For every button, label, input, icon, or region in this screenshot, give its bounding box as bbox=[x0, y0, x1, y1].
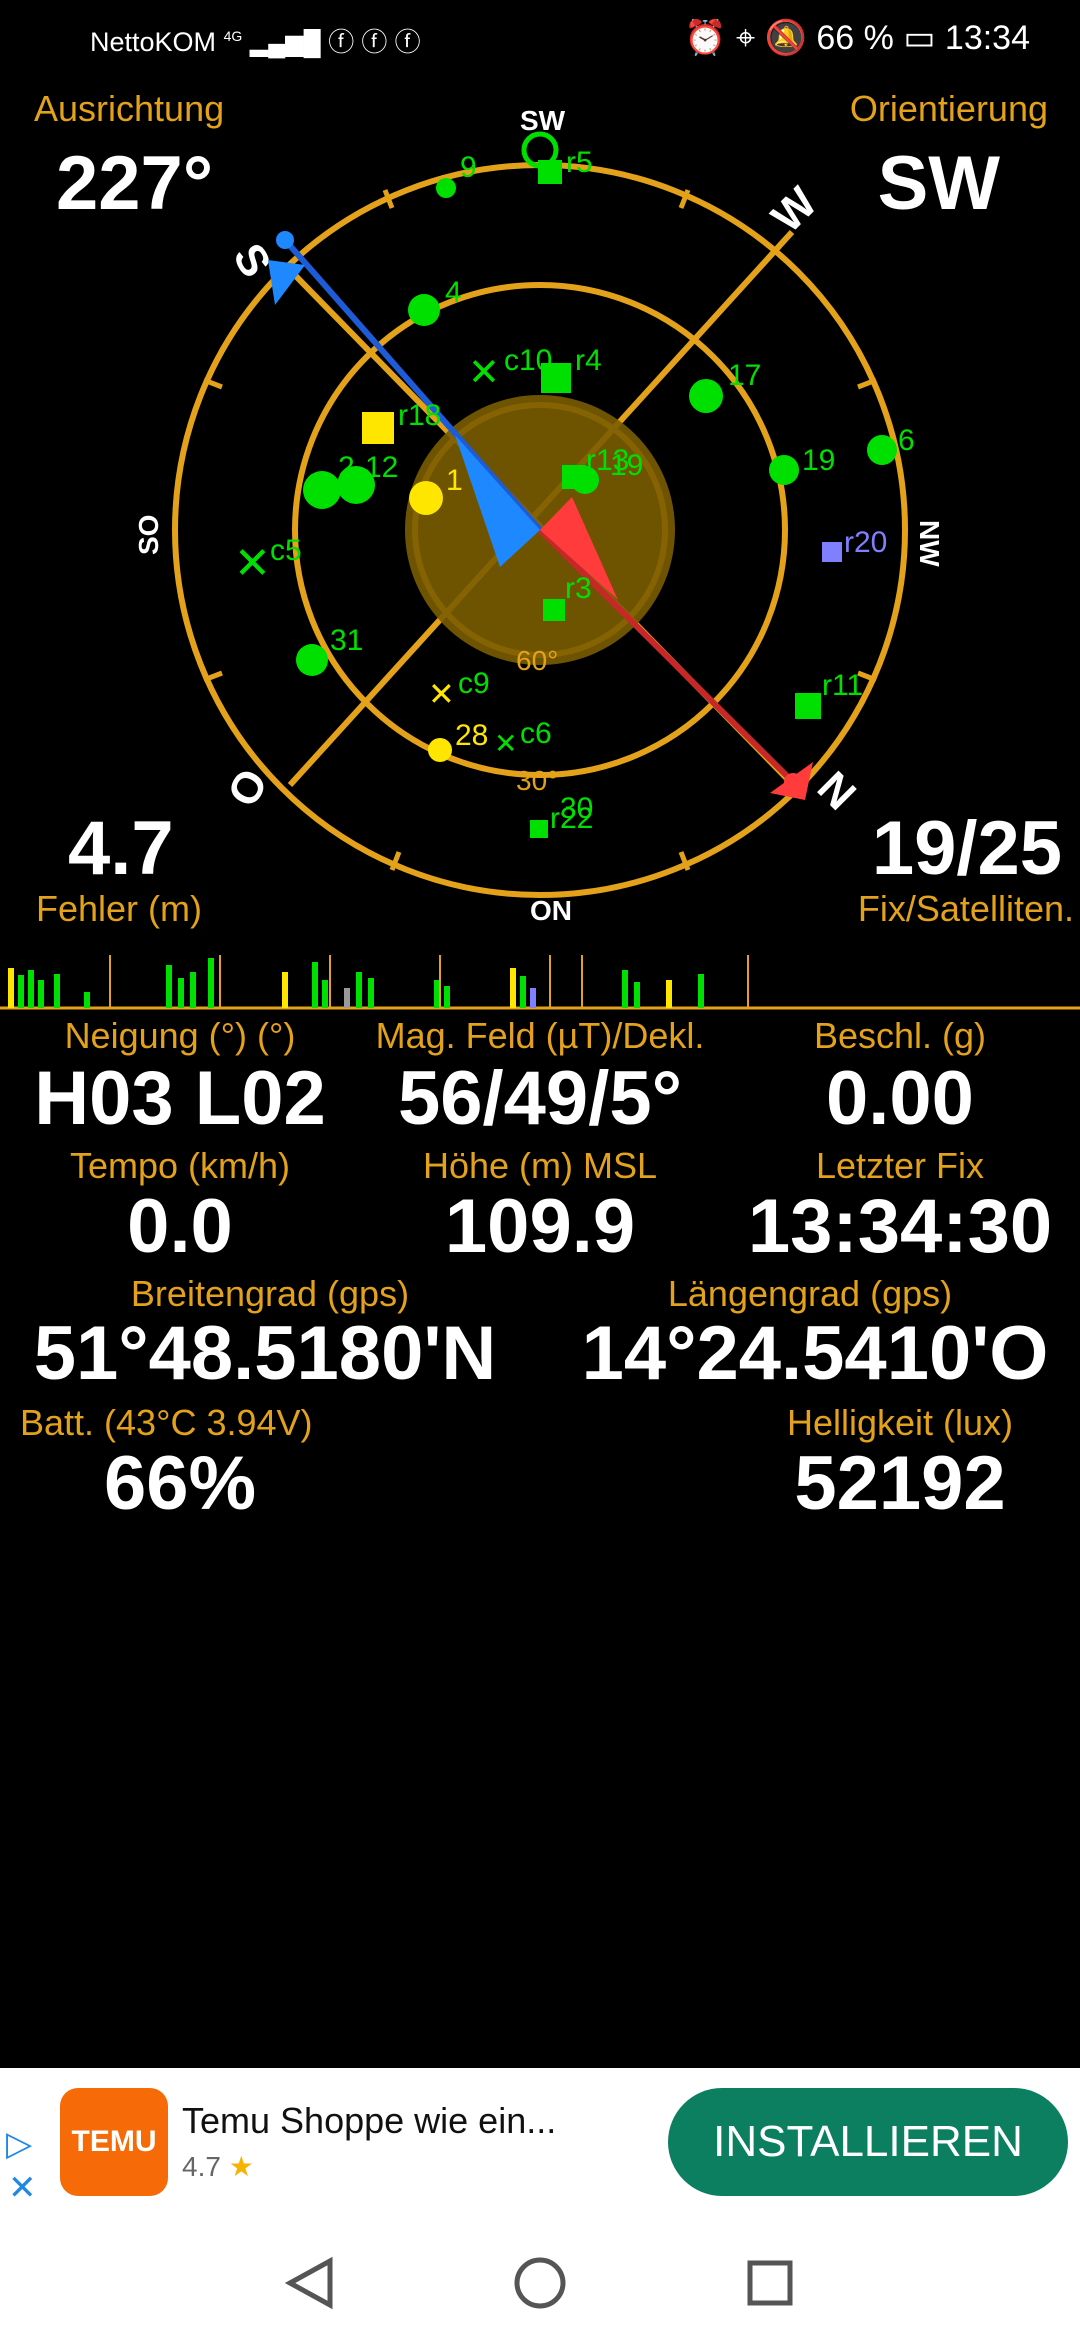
ad-choices-icon[interactable]: ▷ bbox=[6, 2124, 32, 2164]
ad-app-name[interactable]: Temu Shoppe wie ein... bbox=[182, 2100, 556, 2142]
tilt-label: Neigung (°) (°) bbox=[64, 1015, 296, 1056]
sat-x: ✕ bbox=[428, 676, 455, 712]
sat-label: 19 bbox=[610, 449, 643, 482]
mag-label: Mag. Feld (µT)/Dekl. bbox=[375, 1015, 705, 1056]
sat-square bbox=[822, 542, 842, 562]
sat-dot bbox=[408, 294, 440, 326]
sat-label: 4 bbox=[445, 276, 462, 309]
status-bar: NettoKOM 4G ▂▄▆█ ⓕ ⓕ ⓕ ⏰ ⌖ 🔕 66 % ▭ 13:3… bbox=[0, 0, 1080, 80]
last-fix-value: 13:34:30 bbox=[747, 1184, 1053, 1269]
sat-square bbox=[530, 820, 548, 838]
facebook-icon: ⓕ ⓕ ⓕ bbox=[328, 27, 421, 57]
needle-south-tip bbox=[276, 231, 294, 249]
sat-label: 31 bbox=[330, 624, 363, 657]
battery-label: Batt. (43°C 3.94V) bbox=[20, 1402, 313, 1443]
sat-label: c6 bbox=[520, 717, 552, 750]
sat-label: 30 bbox=[560, 792, 593, 825]
battery-value: 66% bbox=[103, 1441, 257, 1526]
network-type: 4G bbox=[223, 28, 243, 44]
sat-label: c5 bbox=[270, 534, 302, 567]
speed-label: Tempo (km/h) bbox=[69, 1145, 291, 1186]
mute-icon: 🔕 bbox=[764, 19, 807, 57]
dir-top: SW bbox=[520, 105, 566, 136]
sat-square bbox=[543, 599, 565, 621]
status-right: ⏰ ⌖ 🔕 66 % ▭ 13:34 bbox=[684, 18, 1030, 58]
ring-label-30: 30° bbox=[516, 765, 558, 796]
home-icon[interactable] bbox=[510, 2253, 570, 2313]
ring-label-60: 60° bbox=[516, 645, 558, 676]
sat-x: ✕ bbox=[234, 539, 271, 588]
sat-dot bbox=[867, 435, 897, 465]
sat-label: r3 bbox=[565, 572, 592, 605]
sat-label: c9 bbox=[458, 667, 490, 700]
sat-label: 2 bbox=[338, 451, 355, 484]
longitude-value: 14°24.5410'O bbox=[581, 1311, 1049, 1396]
latitude-value: 51°48.5180'N bbox=[33, 1311, 497, 1396]
sat-square bbox=[795, 693, 821, 719]
lux-label: Helligkeit (lux) bbox=[786, 1402, 1014, 1443]
altitude-label: Höhe (m) MSL bbox=[422, 1145, 658, 1186]
sat-x: ✕ bbox=[494, 728, 517, 759]
sat-label: 19 bbox=[802, 444, 835, 477]
carrier-name: NettoKOM 4G ▂▄▆█ ⓕ ⓕ ⓕ bbox=[90, 27, 421, 57]
lux-value: 52192 bbox=[794, 1441, 1006, 1526]
sat-label: 17 bbox=[728, 359, 761, 392]
sat-dot bbox=[436, 178, 456, 198]
longitude-label: Längengrad (gps) bbox=[667, 1273, 953, 1314]
altitude-value: 109.9 bbox=[444, 1184, 636, 1269]
battery-percent: 66 % bbox=[816, 19, 894, 57]
sat-label: r4 bbox=[575, 344, 602, 377]
sat-label: 9 bbox=[460, 151, 477, 184]
sat-dot bbox=[409, 481, 443, 515]
dir-o: O bbox=[218, 761, 278, 815]
sat-square bbox=[541, 363, 571, 393]
sat-square bbox=[538, 160, 562, 184]
sat-dot bbox=[296, 644, 328, 676]
navigation-bar bbox=[0, 2218, 1080, 2340]
back-icon[interactable] bbox=[280, 2253, 340, 2313]
latitude-label: Breitengrad (gps) bbox=[130, 1273, 410, 1314]
accel-value: 0.00 bbox=[826, 1056, 974, 1141]
install-button[interactable]: INSTALLIEREN bbox=[668, 2088, 1068, 2196]
ad-close-icon[interactable]: ✕ bbox=[8, 2168, 37, 2208]
sat-label: 28 bbox=[455, 719, 488, 752]
alarm-icon: ⏰ bbox=[684, 19, 727, 57]
ad-banner[interactable]: ▷ ✕ TEMU Temu Shoppe wie ein... 4.7 ★ IN… bbox=[0, 2068, 1080, 2218]
sat-label: r20 bbox=[844, 526, 887, 559]
last-fix-label: Letzter Fix bbox=[815, 1145, 985, 1186]
ad-rating: 4.7 ★ bbox=[182, 2151, 254, 2182]
sat-label: 12 bbox=[365, 451, 398, 484]
speed-value: 0.0 bbox=[127, 1184, 233, 1269]
sat-label: r11 bbox=[822, 669, 863, 702]
battery-icon: ▭ bbox=[903, 19, 936, 57]
sat-dot bbox=[769, 455, 799, 485]
sat-label: r5 bbox=[566, 146, 593, 179]
compass-radar[interactable]: SW ON SO NW W S N O 60° 30° 9 r5 4 ✕ c10 … bbox=[0, 80, 1080, 950]
signal-icon: ▂▄▆█ bbox=[249, 30, 321, 57]
accel-label: Beschl. (g) bbox=[813, 1015, 987, 1056]
sat-dot bbox=[428, 738, 452, 762]
location-icon: ⌖ bbox=[735, 19, 756, 57]
tilt-value: H03 L02 bbox=[34, 1056, 326, 1141]
sat-dot bbox=[303, 471, 341, 509]
sat-dot bbox=[689, 379, 723, 413]
sat-x: ✕ bbox=[468, 352, 500, 394]
mag-value: 56/49/5° bbox=[398, 1056, 682, 1141]
dir-bottom: ON bbox=[530, 895, 572, 926]
dir-right: NW bbox=[914, 520, 945, 567]
signal-strength-bars bbox=[0, 955, 1080, 1010]
sat-label: 1 bbox=[446, 464, 463, 497]
temu-logo[interactable]: TEMU bbox=[60, 2088, 168, 2196]
dir-w: W bbox=[762, 178, 826, 242]
recents-icon[interactable] bbox=[740, 2253, 800, 2313]
sat-square bbox=[362, 412, 394, 444]
clock: 13:34 bbox=[944, 19, 1030, 57]
sat-label: 6 bbox=[898, 424, 915, 457]
dir-left: SO bbox=[133, 515, 164, 555]
star-icon: ★ bbox=[228, 2151, 254, 2182]
sat-label: r18 bbox=[398, 399, 441, 432]
